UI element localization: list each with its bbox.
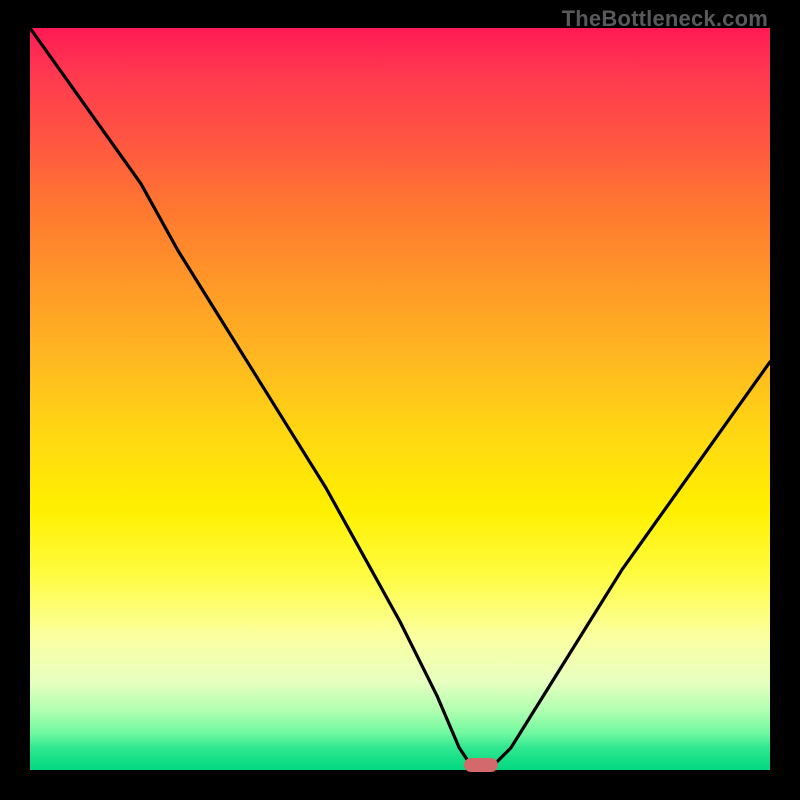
chart-frame: TheBottleneck.com <box>0 0 800 800</box>
optimum-marker <box>464 758 498 772</box>
bottleneck-curve <box>30 28 770 770</box>
plot-area <box>30 28 770 770</box>
